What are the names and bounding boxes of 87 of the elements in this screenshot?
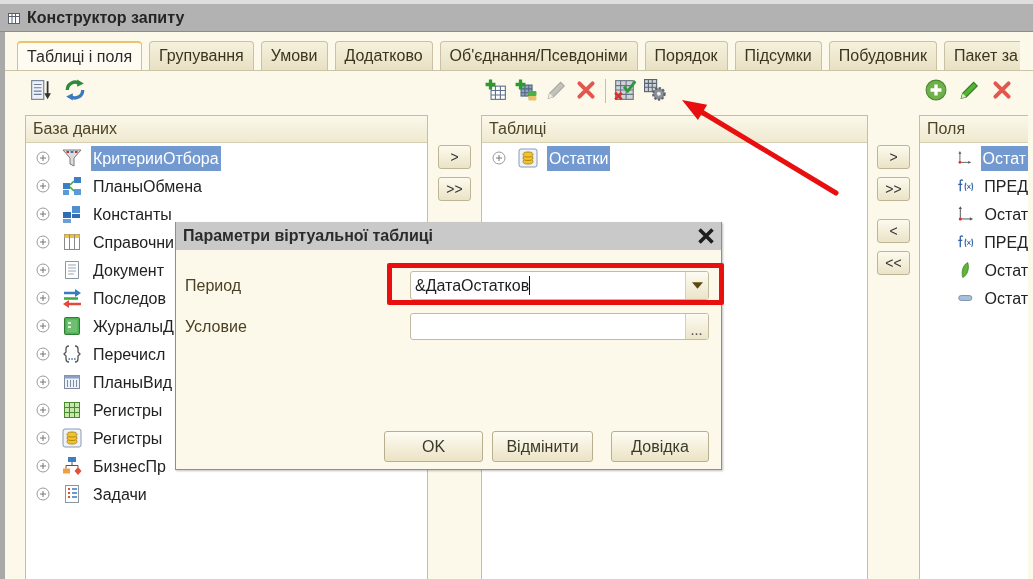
expand-icon[interactable]: [36, 263, 50, 277]
tab[interactable]: Таблиці і поля: [17, 41, 143, 70]
arrows-icon: [62, 288, 82, 308]
tree-item[interactable]: Последов: [91, 285, 166, 311]
tab[interactable]: Умови: [260, 41, 328, 70]
list-icon: [62, 484, 82, 504]
caret-icon: [691, 282, 703, 289]
tree-item[interactable]: Регистры: [91, 397, 163, 423]
pencil-icon[interactable]: [958, 79, 980, 101]
tree-item[interactable]: ПланыОбмена: [91, 173, 202, 199]
field-item[interactable]: Остат: [982, 285, 1028, 311]
tab[interactable]: Пакет за: [943, 41, 1020, 70]
tree-item[interactable]: ЖурналыД: [91, 313, 174, 339]
tab[interactable]: Порядок: [644, 41, 728, 70]
grid-plus-icon[interactable]: [515, 79, 537, 101]
blocks-arrows-icon: [62, 176, 82, 196]
transfer-button[interactable]: >: [877, 145, 910, 169]
window-title: Конструктор запиту: [27, 8, 185, 27]
transfer-button[interactable]: <: [877, 219, 910, 243]
delete-icon[interactable]: [575, 79, 597, 101]
panel-header: Поля: [920, 116, 1028, 143]
tree-item[interactable]: Задачи: [91, 481, 147, 507]
expand-icon[interactable]: [36, 431, 50, 445]
field-label: Условие: [185, 317, 248, 336]
grid-check-icon[interactable]: [614, 79, 636, 101]
coins-icon: [518, 148, 538, 168]
choose-button[interactable]: ...: [685, 314, 708, 339]
blocks-icon: [62, 204, 82, 224]
tree-item[interactable]: Константы: [91, 201, 172, 227]
tab[interactable]: Підсумки: [734, 41, 822, 70]
dialog-title: Параметри віртуальної таблиці: [183, 227, 434, 245]
transfer-button[interactable]: >>: [877, 177, 910, 201]
tree-item[interactable]: Перечисл: [91, 341, 166, 367]
close-icon[interactable]: [697, 227, 715, 245]
dropdown-button[interactable]: [685, 272, 708, 299]
expand-icon[interactable]: [36, 319, 50, 333]
book-icon: [62, 316, 82, 336]
tree-item[interactable]: Регистры: [91, 425, 163, 451]
expand-icon[interactable]: [36, 291, 50, 305]
grid-gear-icon[interactable]: [644, 79, 666, 101]
expand-icon[interactable]: [36, 459, 50, 473]
table-plus-icon[interactable]: [485, 79, 507, 101]
field-item[interactable]: Остат: [982, 257, 1028, 283]
tab[interactable]: Побудовник: [828, 41, 937, 70]
expand-icon[interactable]: [36, 235, 50, 249]
delete-icon[interactable]: [991, 79, 1013, 101]
tree-item[interactable]: ПланыВид: [91, 369, 172, 395]
transfer-button[interactable]: >>: [438, 177, 471, 201]
tree-item[interactable]: Справочни: [91, 229, 174, 255]
expand-icon[interactable]: [36, 151, 50, 165]
table-icon: [7, 10, 21, 25]
expand-icon[interactable]: [36, 487, 50, 501]
table-icon: [62, 400, 82, 420]
expand-icon[interactable]: [36, 179, 50, 193]
expand-icon[interactable]: [36, 347, 50, 361]
grid-icon: [62, 372, 82, 392]
expand-icon[interactable]: [36, 403, 50, 417]
expand-icon[interactable]: [36, 375, 50, 389]
field-item[interactable]: Остат: [982, 201, 1028, 227]
transfer-button[interactable]: <<: [877, 251, 910, 275]
field-item[interactable]: ПРЕД: [982, 173, 1028, 199]
columns-icon: [62, 232, 82, 252]
condition-field[interactable]: ...: [410, 313, 709, 340]
add-icon[interactable]: [925, 79, 947, 101]
tab[interactable]: Об'єднання/Псевдоніми: [439, 41, 638, 70]
tree-item[interactable]: БизнесПр: [91, 453, 166, 479]
dialog-button[interactable]: OK: [384, 431, 483, 462]
panel-header: База даних: [26, 116, 427, 143]
document-icon: [62, 260, 82, 280]
refresh-icon[interactable]: [64, 79, 86, 101]
flowchart-icon: [62, 456, 82, 476]
panel-header: Таблиці: [482, 116, 867, 143]
list-arrow-icon[interactable]: [30, 79, 52, 101]
expand-icon[interactable]: [492, 151, 506, 165]
field-item[interactable]: ПРЕД: [982, 229, 1028, 255]
tree-item[interactable]: Документ: [91, 257, 164, 283]
expand-icon[interactable]: [36, 207, 50, 221]
transfer-button[interactable]: >: [438, 145, 471, 169]
period-field[interactable]: &ДатаОстатков: [410, 271, 709, 300]
funnel-icon: [62, 148, 82, 168]
braces-icon: [62, 344, 82, 364]
tab[interactable]: Додатково: [334, 41, 433, 70]
coins-icon: [62, 428, 82, 448]
tab[interactable]: Групування: [149, 41, 254, 70]
dialog-button[interactable]: Відмінити: [492, 431, 593, 462]
field-label: Период: [185, 276, 243, 295]
dialog-button[interactable]: Довідка: [611, 431, 709, 462]
